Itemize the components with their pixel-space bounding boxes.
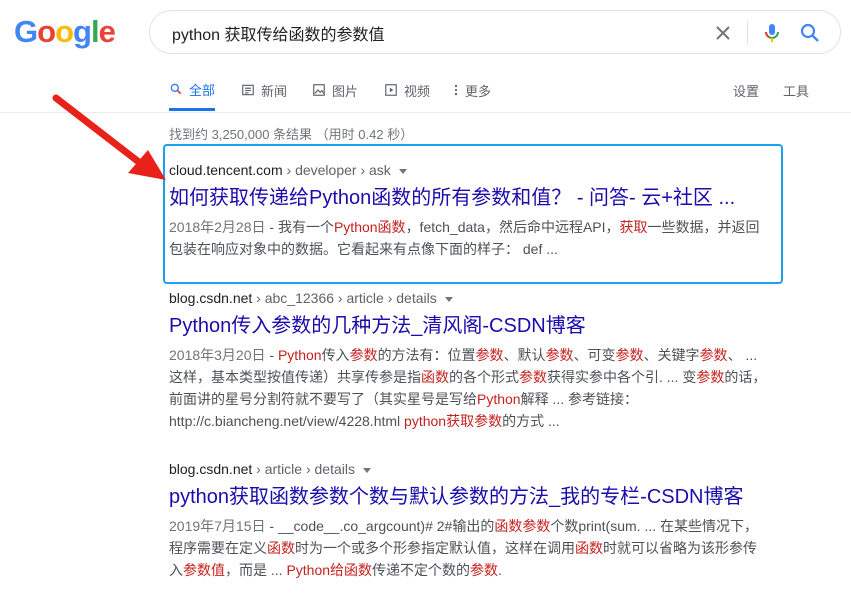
news-icon	[242, 84, 254, 96]
tab-all-label: 全部	[189, 82, 216, 98]
result-snippet: 2018年3月20日 - Python传入参数的方法有：位置参数、默认参数、可变…	[169, 347, 767, 429]
tab-images-label: 图片	[332, 83, 359, 99]
google-logo[interactable]: Google	[14, 14, 116, 50]
more-vert-icon	[454, 84, 458, 96]
search-icon[interactable]	[798, 21, 822, 45]
tab-news[interactable]: 新闻	[241, 70, 287, 110]
result-stats: 找到约 3,250,000 条结果 （用时 0.42 秒）	[169, 127, 414, 142]
result-title-link[interactable]: Python传入参数的几种方法_清风阁-CSDN博客	[169, 312, 779, 340]
tab-news-label: 新闻	[261, 83, 288, 99]
search-result: blog.csdn.net › article › details python…	[169, 459, 779, 581]
tab-more-label: 更多	[465, 83, 492, 99]
result-snippet: 2019年7月15日 - __code__.co_argcount)# 2#输出…	[169, 518, 759, 578]
tab-more[interactable]: 更多	[453, 70, 491, 110]
annotation-box	[163, 144, 783, 284]
search-box[interactable]	[149, 10, 841, 54]
search-result: blog.csdn.net › abc_12366 › article › de…	[169, 288, 779, 432]
tab-all[interactable]: 全部	[169, 70, 216, 111]
microphone-icon[interactable]	[760, 21, 784, 45]
result-title-link[interactable]: python获取函数参数个数与默认参数的方法_我的专栏-CSDN博客	[169, 483, 779, 511]
image-icon	[313, 84, 325, 96]
annotation-arrow-icon	[52, 94, 166, 180]
caret-down-icon[interactable]	[363, 467, 371, 473]
clear-icon[interactable]	[711, 21, 735, 45]
search-icon	[170, 83, 182, 95]
search-divider	[747, 21, 748, 45]
video-icon	[385, 84, 397, 96]
tools-link[interactable]: 工具	[783, 70, 809, 110]
settings-link[interactable]: 设置	[733, 70, 759, 110]
tab-videos[interactable]: 视频	[384, 70, 430, 110]
tab-videos-label: 视频	[404, 83, 431, 99]
result-url[interactable]: blog.csdn.net › abc_12366 › article › de…	[169, 288, 779, 308]
result-url[interactable]: blog.csdn.net › article › details	[169, 459, 779, 479]
caret-down-icon[interactable]	[444, 296, 453, 302]
tab-images[interactable]: 图片	[312, 70, 358, 110]
search-input[interactable]	[170, 20, 704, 46]
